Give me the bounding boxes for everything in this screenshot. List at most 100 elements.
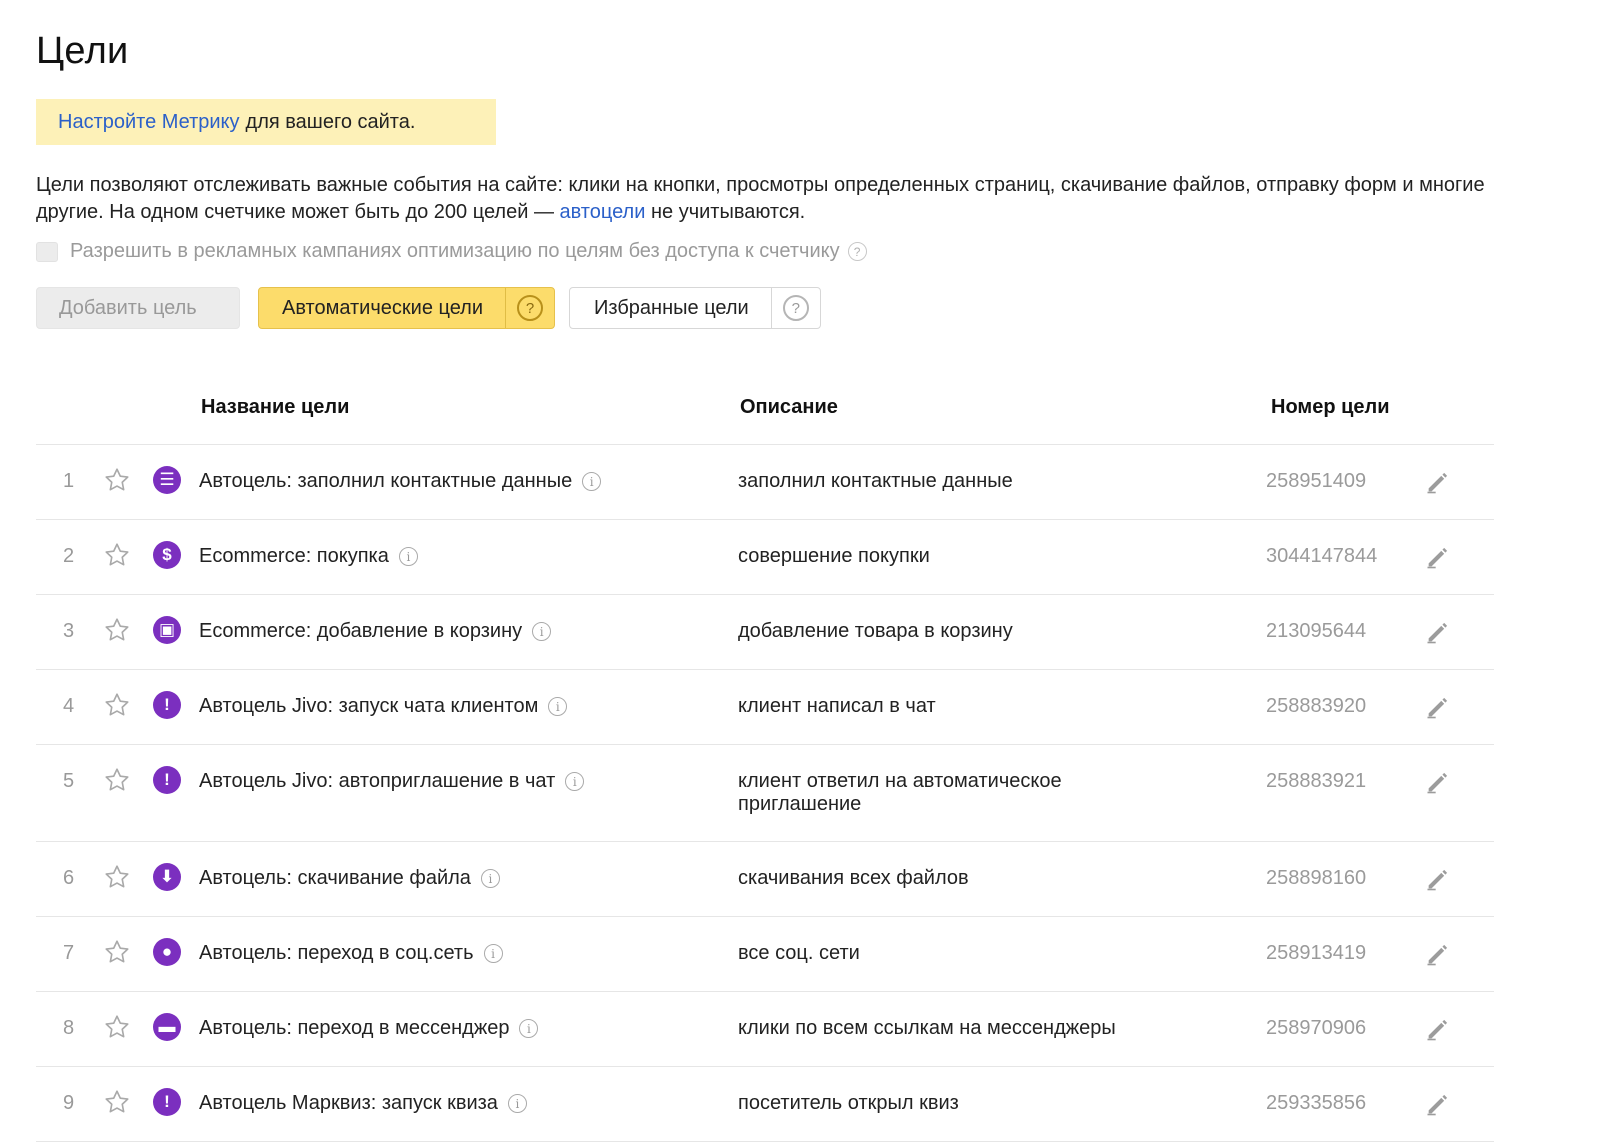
pencil-icon[interactable] — [1424, 1090, 1452, 1124]
goal-description: клиент написал в чат — [738, 695, 936, 717]
goal-description: все соц. сети — [738, 942, 860, 964]
column-header-name: Название цели — [201, 395, 350, 418]
setup-metrika-link[interactable]: Настройте Метрику — [58, 111, 240, 134]
goal-name-text: Ecommerce: добавление в корзину — [199, 620, 523, 642]
table-row[interactable]: 3 ▣ Ecommerce: добавление в корзину i добавл… — [36, 595, 1494, 670]
allow-optimization-label: Разрешить в рекламных кампаниях оптимиза… — [70, 240, 840, 262]
info-icon[interactable]: i — [532, 622, 552, 641]
pencil-icon[interactable] — [1424, 693, 1452, 727]
table-row[interactable]: 6 ⬇ Автоцель: скачивание файла i скачивания … — [36, 842, 1494, 917]
box-icon: ▣ — [153, 616, 181, 644]
favorite-goals-label: Избранные цели — [594, 296, 749, 319]
pencil-icon[interactable] — [1424, 768, 1452, 802]
info-icon[interactable]: i — [480, 869, 500, 888]
goal-number: 3044147844 — [1266, 545, 1378, 567]
favorite-goals-button[interactable]: Избранные цели ? — [569, 287, 821, 329]
page-title: Цели — [36, 30, 129, 72]
auto-goals-help[interactable]: ? — [505, 288, 554, 328]
column-header-number: Номер цели — [1271, 395, 1390, 418]
download-icon: ⬇ — [153, 863, 181, 891]
pencil-icon[interactable] — [1424, 543, 1452, 577]
user-icon: ● — [153, 938, 181, 966]
row-index: 6 — [63, 867, 75, 889]
table-row[interactable]: 9! Автоцель Марквиз: запуск квиза i посетит… — [36, 1067, 1494, 1142]
table-row[interactable]: 7 ● Автоцель: переход в соц.сеть i все соц. … — [36, 917, 1494, 992]
table-body: 1 ☰ Автоцель: заполнил контактные данные i з… — [36, 445, 1494, 1142]
help-icon[interactable]: ? — [847, 242, 867, 261]
info-icon[interactable]: i — [398, 547, 418, 566]
chat-bubble-icon: ▬ — [153, 1013, 181, 1041]
goal-name-text: Автоцель: переход в соц.сеть — [199, 942, 474, 964]
goal-number: 213095644 — [1266, 620, 1367, 642]
auto-goals-button[interactable]: Автоматические цели ? — [258, 287, 556, 329]
star-icon[interactable] — [103, 863, 131, 897]
table-row[interactable]: 1 ☰ Автоцель: заполнил контактные данные i з… — [36, 445, 1494, 520]
info-icon[interactable]: i — [507, 1094, 527, 1113]
goal-name: Автоцель: заполнил контактные данные i — [199, 470, 602, 493]
goal-name-text: Автоцель Марквиз: запуск квиза — [199, 1092, 498, 1114]
goal-description: скачивания всех файлов — [738, 867, 969, 889]
question-icon: ? — [782, 295, 809, 321]
info-icon[interactable]: i — [565, 772, 585, 791]
goal-number: 258883920 — [1266, 695, 1367, 717]
star-icon[interactable] — [103, 466, 131, 500]
info-icon[interactable]: i — [483, 944, 503, 963]
table-row[interactable]: 5! Автоцель Jivo: автоприглашение в чат i к… — [36, 745, 1494, 842]
pencil-icon[interactable] — [1424, 618, 1452, 652]
pencil-icon[interactable] — [1424, 468, 1452, 502]
goal-description: клиент ответил на автоматическое приглаш… — [738, 770, 1062, 815]
info-icon[interactable]: i — [519, 1019, 539, 1038]
table-row[interactable]: 2 $ Ecommerce: покупка i совершение покупки 3… — [36, 520, 1494, 595]
row-index: 3 — [63, 620, 75, 642]
goal-description: заполнил контактные данные — [738, 470, 1013, 492]
goal-description: клики по всем ссылкам на мессенджеры — [738, 1017, 1116, 1039]
info-icon[interactable]: i — [582, 472, 602, 491]
goal-description: посетитель открыл квиз — [738, 1092, 959, 1114]
goal-name-text: Ecommerce: покупка — [199, 545, 389, 567]
row-index: 5 — [63, 770, 75, 792]
star-icon[interactable] — [103, 938, 131, 972]
favorite-goals-help[interactable]: ? — [770, 288, 820, 328]
star-icon[interactable] — [103, 1013, 131, 1047]
table-row[interactable]: 4! Автоцель Jivo: запуск чата клиентом i кл… — [36, 670, 1494, 745]
goal-name: Автоцель: переход в соц.сеть i — [199, 942, 503, 965]
contact-card-icon: ☰ — [153, 466, 181, 494]
metrika-notice: Настройте Метрику для вашего сайта. — [36, 99, 496, 145]
star-icon[interactable] — [103, 616, 131, 650]
exclamation-icon: ! — [153, 691, 181, 719]
goal-number: 258970906 — [1266, 1017, 1367, 1039]
info-icon[interactable]: i — [548, 697, 568, 716]
table-row[interactable]: 8 ▬ Автоцель: переход в мессенджер i клики п… — [36, 992, 1494, 1067]
goal-name-text: Автоцель: заполнил контактные данные — [199, 470, 573, 492]
goal-name-text: Автоцель Jivo: автоприглашение в чат — [199, 770, 556, 792]
add-goal-button[interactable]: Добавить цель — [36, 287, 240, 329]
goal-name: Автоцель Jivo: запуск чата клиентом i — [199, 695, 568, 718]
auto-goals-label: Автоматические цели — [282, 296, 484, 319]
goal-name: Ecommerce: покупка i — [199, 545, 418, 568]
allow-optimization-checkbox[interactable] — [36, 241, 58, 262]
pencil-icon[interactable] — [1424, 865, 1452, 899]
row-index: 1 — [63, 470, 75, 492]
goal-number: 259335856 — [1266, 1092, 1367, 1114]
exclamation-icon: ! — [153, 1088, 181, 1116]
goal-name: Автоцель: скачивание файла i — [199, 867, 500, 890]
goal-description: совершение покупки — [738, 545, 930, 567]
goal-number: 258883921 — [1266, 770, 1367, 792]
goal-name: Автоцель Jivo: автоприглашение в чат i — [199, 770, 585, 793]
row-index: 9 — [63, 1092, 75, 1114]
dollar-icon: $ — [153, 541, 181, 569]
goal-name-text: Автоцель: скачивание файла — [199, 867, 471, 889]
star-icon[interactable] — [103, 1088, 131, 1122]
star-icon[interactable] — [103, 691, 131, 725]
goals-description: Цели позволяют отслеживать важные событи… — [36, 172, 1506, 226]
pencil-icon[interactable] — [1424, 1015, 1452, 1049]
star-icon[interactable] — [103, 766, 131, 800]
pencil-icon[interactable] — [1424, 940, 1452, 974]
allow-optimization-row: Разрешить в рекламных кампаниях оптимиза… — [36, 240, 867, 263]
goal-name: Ecommerce: добавление в корзину i — [199, 620, 552, 643]
row-index: 4 — [63, 695, 75, 717]
row-index: 8 — [63, 1017, 75, 1039]
star-icon[interactable] — [103, 541, 131, 575]
goals-toolbar: Добавить цель Автоматические цели ? Избр… — [36, 287, 821, 329]
autogoals-link[interactable]: автоцели — [560, 201, 646, 223]
